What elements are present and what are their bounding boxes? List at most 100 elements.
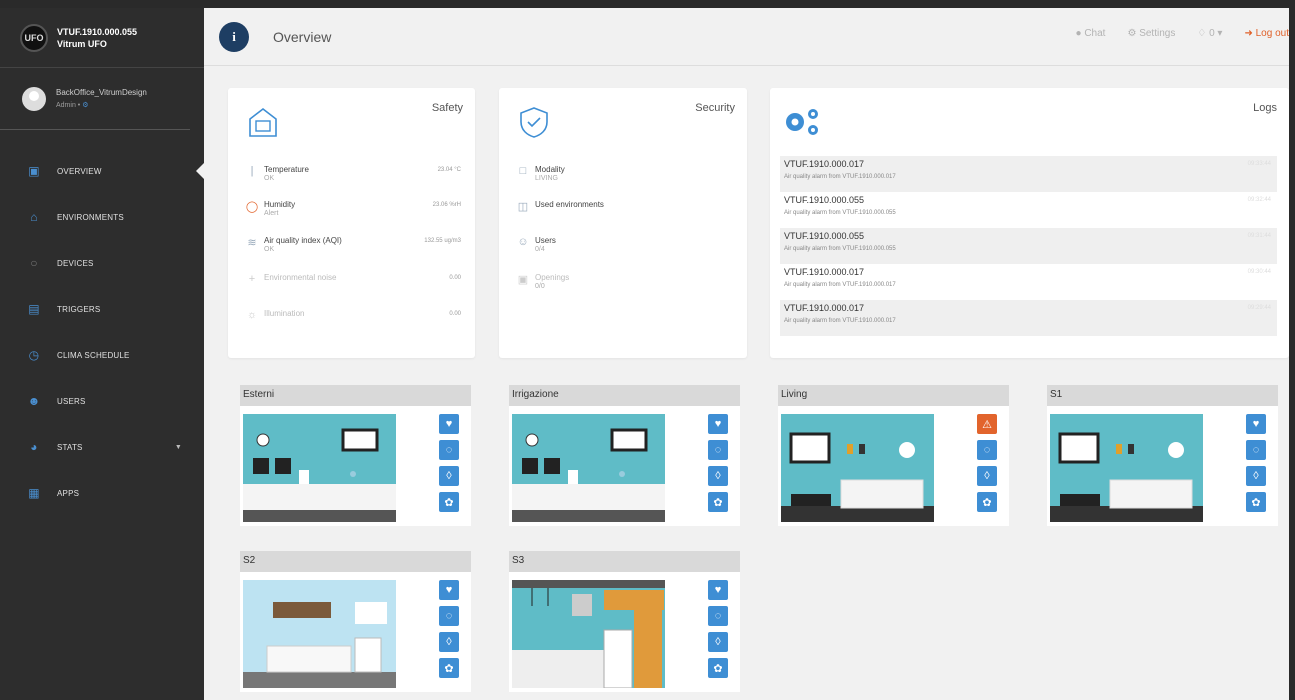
logout-label: Log out (1255, 28, 1289, 39)
log-message: Air quality alarm from VTUF.1910.000.017 (784, 318, 896, 324)
env-shield-icon[interactable]: ◊ (439, 632, 459, 652)
env-leaf-icon[interactable]: ✿ (1246, 492, 1266, 512)
row-value: 0.00 (449, 275, 461, 281)
row-value: 23.06 %rH (432, 202, 461, 208)
env-leaf-icon[interactable]: ✿ (708, 492, 728, 512)
safety-card[interactable]: Safety ‎| Temperature OK 23.04 °C ◯ Humi… (228, 88, 475, 358)
environment-image[interactable] (1050, 414, 1203, 522)
main-content: i Overview ● Chat ⚙ Settings ♢ 0 ▾ ➜ Log… (204, 8, 1289, 700)
logout-button[interactable]: ➜ Log out (1244, 28, 1289, 39)
sidebar-item-overview[interactable]: ▣ OVERVIEW (0, 148, 204, 194)
sidebar-item-label: APPS (57, 488, 80, 498)
env-shield-icon[interactable]: ◊ (708, 632, 728, 652)
row-value: 23.04 °C (437, 167, 461, 173)
env-heart-icon[interactable]: ♥ (708, 414, 728, 434)
security-row-modality: □ Modality LIVING (515, 163, 733, 193)
row-label: Environmental noise (264, 273, 337, 282)
log-entry[interactable]: VTUF.1910.000.017 Air quality alarm from… (780, 264, 1277, 300)
env-climate-icon[interactable]: ◌ (439, 606, 459, 626)
notifications-button[interactable]: ♢ 0 ▾ (1197, 28, 1222, 39)
clock-icon: ◷ (28, 348, 40, 362)
environment-card[interactable]: Irrigazione ♥ ◌ ◊ ✿ (509, 385, 740, 526)
env-shield-icon[interactable]: ◊ (977, 466, 997, 486)
environment-card[interactable]: S2 ♥ ◌ ◊ ✿ (240, 551, 471, 692)
lock-icon: □ (519, 165, 527, 177)
env-climate-icon[interactable]: ◌ (1246, 440, 1266, 460)
log-device: VTUF.1910.000.017 (784, 303, 865, 313)
log-message: Air quality alarm from VTUF.1910.000.055 (784, 210, 896, 216)
env-heart-icon[interactable]: ♥ (1246, 414, 1266, 434)
environment-card[interactable]: Esterni ♥ ◌ ◊ ✿ (240, 385, 471, 526)
safety-row-aqi: ≋ Air quality index (AQI) OK 132.55 ug/m… (244, 234, 461, 264)
user-settings-icon[interactable]: ⚙ (82, 102, 88, 109)
sidebar-item-triggers[interactable]: ▤ TRIGGERS (0, 286, 204, 332)
environment-name: Irrigazione (509, 385, 740, 406)
env-shield-icon[interactable]: ◊ (708, 466, 728, 486)
logs-list[interactable]: VTUF.1910.000.017 Air quality alarm from… (780, 156, 1277, 340)
user-profile[interactable]: BackOffice_VitrumDesign Admin • ⚙ (0, 68, 190, 130)
info-icon[interactable]: i (219, 21, 249, 52)
environment-image[interactable] (243, 414, 396, 522)
security-row-openings: ▣ Openings 0/0 (515, 271, 733, 301)
log-entry[interactable]: VTUF.1910.000.055 Air quality alarm from… (780, 192, 1277, 228)
env-leaf-icon[interactable]: ✿ (439, 492, 459, 512)
environment-image[interactable] (512, 414, 665, 522)
light-icon: ☼ (246, 309, 258, 321)
settings-link[interactable]: ⚙ Settings (1127, 28, 1175, 39)
row-label: Openings (535, 273, 570, 282)
environment-image[interactable] (243, 580, 396, 688)
row-label: Temperature (264, 165, 309, 174)
env-leaf-icon[interactable]: ✿ (708, 658, 728, 678)
window-icon: ▣ (517, 274, 529, 286)
env-climate-icon[interactable]: ◌ (977, 440, 997, 460)
row-label: Air quality index (AQI) (264, 236, 342, 245)
sidebar-item-stats[interactable]: ◕ STATS ▼ (0, 424, 204, 470)
trigger-icon: ▤ (28, 302, 40, 316)
sidebar-item-apps[interactable]: ▦ APPS (0, 470, 204, 516)
bell-icon: ♢ (1197, 28, 1207, 39)
environment-image[interactable] (512, 580, 665, 688)
logs-card[interactable]: Logs VTUF.1910.000.017 Air quality alarm… (770, 88, 1289, 358)
environment-name: Living (778, 385, 1009, 406)
sidebar-item-devices[interactable]: ○ DEVICES (0, 240, 204, 286)
security-card[interactable]: Security □ Modality LIVING ◫ Used enviro… (499, 88, 747, 358)
env-climate-icon[interactable]: ◌ (708, 606, 728, 626)
log-device: VTUF.1910.000.055 (784, 231, 865, 241)
bulb-icon: ○ (30, 256, 38, 270)
env-heart-icon[interactable]: ♥ (439, 414, 459, 434)
row-label: Used environments (535, 200, 604, 209)
gears-icon (786, 109, 818, 135)
chat-label: Chat (1084, 28, 1106, 39)
environment-card[interactable]: Living ⚠ ◌ ◊ ✿ (778, 385, 1009, 526)
env-shield-icon[interactable]: ◊ (1246, 466, 1266, 486)
log-entry[interactable]: VTUF.1910.000.017 Air quality alarm from… (780, 156, 1277, 192)
environment-card[interactable]: S1 ♥ ◌ ◊ ✿ (1047, 385, 1278, 526)
env-leaf-icon[interactable]: ✿ (439, 658, 459, 678)
sidebar-item-users[interactable]: ☻ USERS (0, 378, 204, 424)
thermometer-icon: ‎| (250, 165, 254, 177)
log-entry[interactable]: VTUF.1910.000.055 Air quality alarm from… (780, 228, 1277, 264)
security-row-users: ☺ Users 0/4 (515, 234, 733, 264)
env-heart-icon[interactable]: ♥ (439, 580, 459, 600)
chat-link[interactable]: ● Chat (1075, 28, 1105, 39)
shield-icon (520, 107, 548, 138)
safety-title: Safety (431, 102, 463, 114)
environment-card[interactable]: S3 ♥ ◌ ◊ ✿ (509, 551, 740, 692)
log-message: Air quality alarm from VTUF.1910.000.017 (784, 282, 896, 288)
safety-row-temperature: ‎| Temperature OK 23.04 °C (244, 163, 461, 193)
home-icon: ⌂ (30, 210, 38, 224)
sidebar-item-clima-schedule[interactable]: ◷ CLIMA SCHEDULE (0, 332, 204, 378)
log-entry[interactable]: VTUF.1910.000.017 Air quality alarm from… (780, 300, 1277, 336)
security-row-used-environments: ◫ Used environments (515, 198, 733, 228)
brand[interactable]: UFO VTUF.1910.000.055 Vitrum UFO (0, 8, 204, 68)
sidebar-item-environments[interactable]: ⌂ ENVIRONMENTS (0, 194, 204, 240)
env-leaf-icon[interactable]: ✿ (977, 492, 997, 512)
env-alarm-icon[interactable]: ⚠ (977, 414, 997, 434)
env-shield-icon[interactable]: ◊ (439, 466, 459, 486)
env-climate-icon[interactable]: ◌ (708, 440, 728, 460)
sidebar-item-label: DEVICES (57, 258, 94, 268)
env-heart-icon[interactable]: ♥ (708, 580, 728, 600)
row-value: 0.00 (449, 311, 461, 317)
environment-image[interactable] (781, 414, 934, 522)
env-climate-icon[interactable]: ◌ (439, 440, 459, 460)
